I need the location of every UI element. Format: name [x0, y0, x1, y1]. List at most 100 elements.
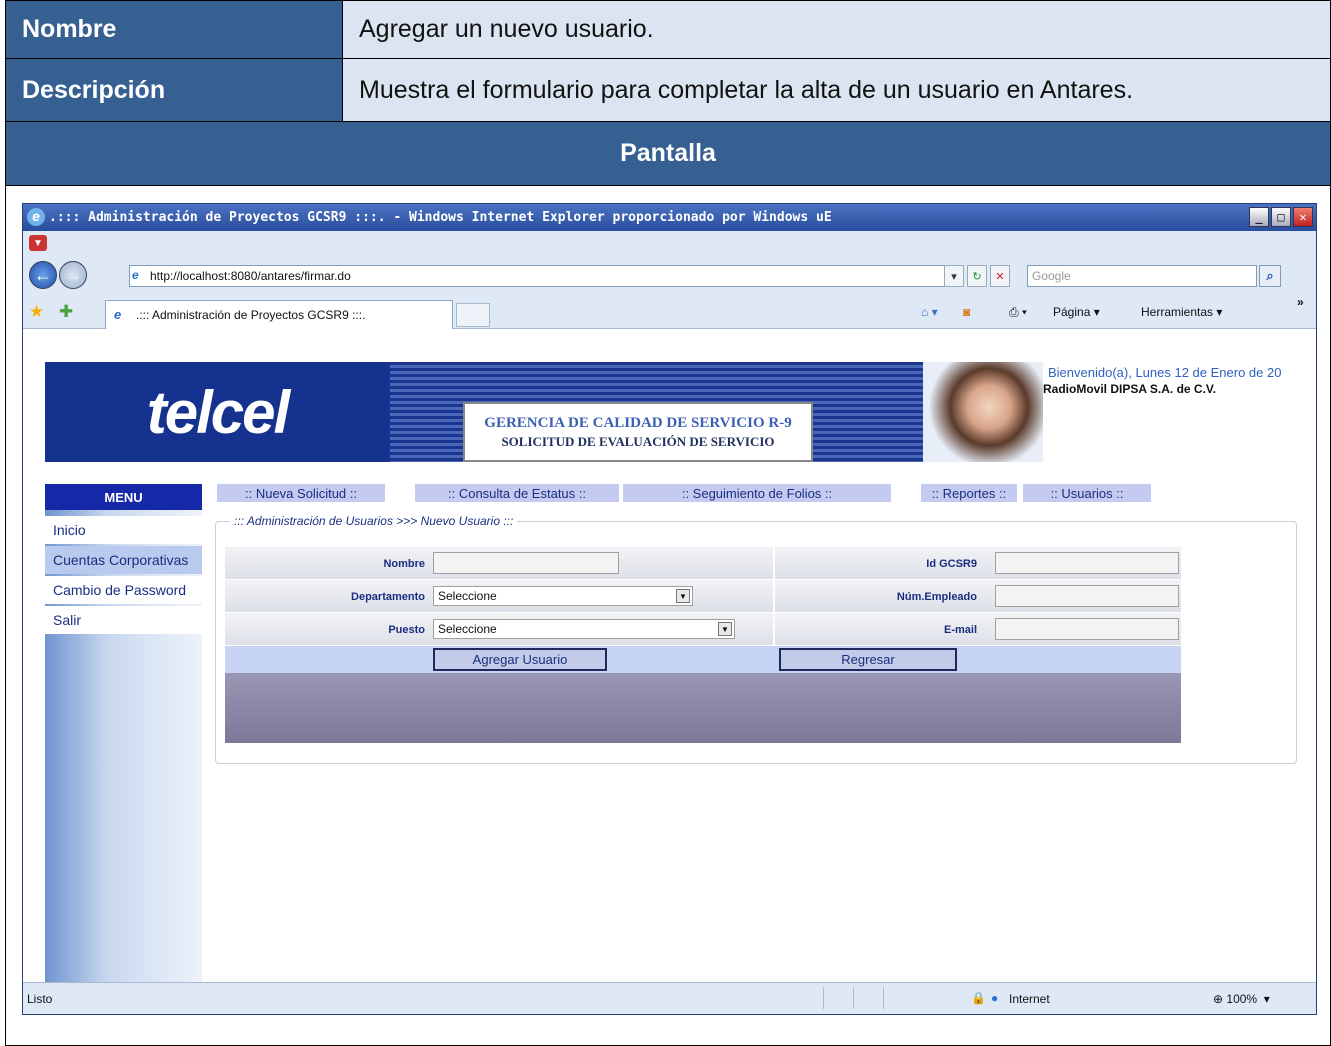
agregar-usuario-button[interactable]: Agregar Usuario [433, 648, 607, 671]
banner-line-1: GERENCIA DE CALIDAD DE SERVICIO R-9 [484, 414, 792, 431]
nombre-field[interactable] [433, 552, 619, 574]
page-menu[interactable]: Página ▾ [1053, 305, 1100, 319]
window-title: .::: Administración de Proyectos GCSR9 :… [49, 210, 832, 225]
id-field-label: Id GCSR9 [926, 558, 977, 570]
column-divider [773, 613, 775, 645]
status-text: Listo [27, 992, 53, 1006]
add-favorites-icon[interactable]: ✚ [59, 302, 73, 322]
descripcion-label: Descripción [6, 59, 343, 121]
nav-nueva-solicitud[interactable]: :: Nueva Solicitud :: [217, 484, 385, 502]
tab-bar: ★ ✚ e .::: Administración de Proyectos G… [23, 293, 1316, 329]
form-row-3: Puesto Seleccione ▼ E-mail [225, 613, 1181, 646]
search-input[interactable]: Google [1027, 265, 1257, 287]
chevron-down-icon: ▼ [718, 622, 732, 636]
page-menu-label: Página [1053, 305, 1091, 319]
sidebar-item-cuentas[interactable]: Cuentas Corporativas [45, 546, 202, 574]
email-field-label: E-mail [943, 624, 977, 636]
departamento-select[interactable]: Seleccione ▼ [433, 586, 693, 606]
browser-tab[interactable]: e .::: Administración de Proyectos GCSR9… [105, 300, 453, 329]
departamento-select-value: Seleccione [438, 589, 497, 603]
status-divider [853, 987, 854, 1009]
id-gcsr9-field[interactable] [995, 552, 1179, 574]
chevron-right-icon[interactable]: » [1297, 295, 1304, 309]
protected-mode-icon[interactable]: 🔒 [971, 991, 986, 1005]
home-icon[interactable]: ⌂ ▾ [921, 305, 938, 319]
form-legend: ::: Administración de Usuarios >>> Nuevo… [230, 514, 518, 528]
zoom-level[interactable]: ⊕ 100% ▾ [1213, 992, 1270, 1006]
email-field[interactable] [995, 618, 1179, 640]
row-nombre: Nombre Agregar un nuevo usuario. [6, 1, 1330, 59]
status-bar: Listo 🔒 ● Internet ⊕ 100% ▾ [23, 982, 1316, 1014]
maximize-icon[interactable]: □ [1271, 207, 1291, 227]
new-tab-button[interactable] [456, 303, 490, 327]
pantalla-header: Pantalla [6, 122, 1330, 186]
banner-photo [923, 362, 1043, 462]
descripcion-value: Muestra el formulario para completar la … [343, 59, 1330, 121]
banner-title-box: GERENCIA DE CALIDAD DE SERVICIO R-9 SOLI… [463, 402, 813, 462]
puesto-select[interactable]: Seleccione ▼ [433, 619, 735, 639]
nombre-label: Nombre [6, 1, 343, 58]
nombre-value: Agregar un nuevo usuario. [343, 1, 1330, 58]
row-descripcion: Descripción Muestra el formulario para c… [6, 59, 1330, 122]
stop-icon[interactable]: ✕ [990, 265, 1010, 287]
form-row-1: Nombre Id GCSR9 [225, 547, 1181, 580]
nav-usuarios[interactable]: :: Usuarios :: [1023, 484, 1151, 502]
window-titlebar: e .::: Administración de Proyectos GCSR9… [23, 204, 1316, 231]
minimize-icon[interactable]: _ [1249, 207, 1269, 227]
ie-icon: e [27, 208, 45, 226]
regresar-button[interactable]: Regresar [779, 648, 957, 671]
address-bar: ← → e http://localhost:8080/antares/firm… [23, 257, 1316, 293]
status-divider [823, 987, 824, 1009]
empleado-field-label: Núm.Empleado [896, 591, 977, 603]
form-footer-panel [225, 673, 1181, 743]
menu-title: MENU [45, 484, 202, 510]
tools-menu-label: Herramientas [1141, 305, 1214, 319]
back-icon[interactable]: ← [29, 261, 57, 289]
zoom-value: 100% [1226, 992, 1258, 1006]
chevron-down-icon: ▼ [676, 589, 690, 603]
nombre-field-label: Nombre [383, 558, 425, 570]
welcome-text: Bienvenido(a), Lunes 12 de Enero de 20 [1048, 365, 1282, 380]
favorites-star-icon[interactable]: ★ [29, 302, 44, 322]
address-text: http://localhost:8080/antares/firmar.do [150, 269, 351, 283]
search-icon[interactable]: ⌕ [1259, 265, 1281, 287]
sidebar-item-salir[interactable]: Salir [45, 606, 202, 634]
sidebar-item-password[interactable]: Cambio de Password [45, 576, 202, 604]
form-button-row: Agregar Usuario Regresar [225, 646, 1181, 673]
window-controls: _ □ ✕ [1249, 207, 1313, 227]
form-row-2: Departamento Seleccione ▼ Núm.Empleado [225, 580, 1181, 613]
sidebar: MENU Inicio Cuentas Corporativas Cambio … [45, 484, 202, 984]
ie-page-icon: e [132, 268, 139, 282]
puesto-select-value: Seleccione [438, 622, 497, 636]
nav-reportes[interactable]: :: Reportes :: [921, 484, 1017, 502]
tab-ie-icon: e [114, 307, 122, 322]
close-icon[interactable]: ✕ [1293, 207, 1313, 227]
tab-title: .::: Administración de Proyectos GCSR9 :… [136, 308, 366, 322]
telcel-logo: telcel [45, 362, 390, 462]
puesto-field-label: Puesto [388, 624, 425, 636]
pdf-toolbar: ▼ [23, 231, 1316, 257]
nav-consulta-estatus[interactable]: :: Consulta de Estatus :: [415, 484, 619, 502]
address-dropdown-icon[interactable]: ▾ [944, 265, 964, 287]
refresh-icon[interactable]: ↻ [967, 265, 987, 287]
departamento-field-label: Departamento [351, 591, 425, 603]
status-divider [883, 987, 884, 1009]
browser-window: e .::: Administración de Proyectos GCSR9… [22, 203, 1317, 1015]
tools-menu[interactable]: Herramientas ▾ [1141, 305, 1222, 319]
pdf-icon[interactable]: ▼ [29, 235, 47, 251]
company-name: RadioMovil DIPSA S.A. de C.V. [1043, 382, 1217, 396]
page-content: telcel GERENCIA DE CALIDAD DE SERVICIO R… [23, 329, 1316, 984]
column-divider [773, 580, 775, 612]
sidebar-item-inicio[interactable]: Inicio [45, 516, 202, 544]
feeds-icon[interactable]: ◙ [963, 305, 970, 319]
column-divider [773, 547, 775, 579]
forward-icon[interactable]: → [59, 261, 87, 289]
print-icon[interactable]: ⎙ ▾ [1009, 305, 1027, 320]
num-empleado-field[interactable] [995, 585, 1179, 607]
address-input[interactable]: e http://localhost:8080/antares/firmar.d… [129, 265, 962, 287]
security-zone: Internet [1009, 992, 1050, 1006]
nav-seguimiento-folios[interactable]: :: Seguimiento de Folios :: [623, 484, 891, 502]
banner-line-2: SOLICITUD DE EVALUACIÓN DE SERVICIO [501, 433, 775, 449]
globe-icon: ● [991, 991, 999, 1005]
banner: telcel GERENCIA DE CALIDAD DE SERVICIO R… [45, 362, 945, 462]
